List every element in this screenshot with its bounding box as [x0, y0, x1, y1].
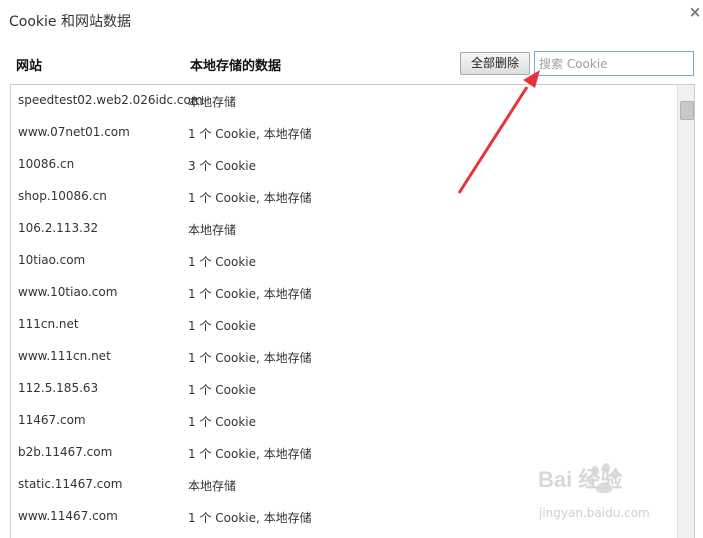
site-data-summary: 本地存储 — [188, 479, 237, 493]
list-row[interactable]: speedtest02.web2.026idc.com 本地存储 — [11, 85, 677, 117]
site-name: www.111cn.net — [18, 349, 111, 363]
site-name: 106.2.113.32 — [18, 221, 99, 235]
list-row[interactable]: www.07net01.com 1 个 Cookie, 本地存储 — [11, 117, 677, 149]
watermark-logo: Bai 经验 — [538, 467, 623, 492]
site-data-summary: 1 个 Cookie — [188, 255, 256, 269]
site-data-summary: 1 个 Cookie — [188, 383, 256, 397]
site-data-summary: 1 个 Cookie — [188, 415, 256, 429]
dialog-title: Cookie 和网站数据 — [9, 14, 131, 30]
site-data-summary: 1 个 Cookie, 本地存储 — [188, 447, 312, 461]
site-name: www.11467.com — [18, 509, 118, 523]
scrollbar[interactable] — [677, 85, 694, 538]
list-row[interactable]: 10086.cn 3 个 Cookie — [11, 149, 677, 181]
site-name: 10086.cn — [18, 157, 75, 171]
site-name: 111cn.net — [18, 317, 79, 331]
site-data-summary: 3 个 Cookie — [188, 159, 256, 173]
site-name: static.11467.com — [18, 477, 123, 491]
delete-all-button[interactable]: 全部删除 — [460, 52, 530, 75]
site-data-summary: 1 个 Cookie, 本地存储 — [188, 287, 312, 301]
list-row[interactable]: 112.5.185.63 1 个 Cookie — [11, 373, 677, 405]
site-data-summary: 1 个 Cookie, 本地存储 — [188, 191, 312, 205]
list-row[interactable]: www.111cn.net 1 个 Cookie, 本地存储 — [11, 341, 677, 373]
site-name: b2b.11467.com — [18, 445, 113, 459]
close-icon[interactable]: × — [688, 2, 702, 22]
list-row[interactable]: 11467.com 1 个 Cookie — [11, 405, 677, 437]
watermark-url: jingyan.baidu.com — [539, 506, 650, 520]
site-name: shop.10086.cn — [18, 189, 107, 203]
site-data-summary: 1 个 Cookie, 本地存储 — [188, 127, 312, 141]
list-row[interactable]: 106.2.113.32 本地存储 — [11, 213, 677, 245]
site-name: speedtest02.web2.026idc.com — [18, 93, 203, 107]
site-data-summary: 1 个 Cookie, 本地存储 — [188, 511, 312, 525]
search-input[interactable] — [534, 51, 694, 76]
site-name: 112.5.185.63 — [18, 381, 99, 395]
column-header-data: 本地存储的数据 — [190, 59, 282, 74]
site-name: www.07net01.com — [18, 125, 130, 139]
site-name: 11467.com — [18, 413, 86, 427]
column-header-site: 网站 — [16, 59, 43, 74]
site-data-summary: 1 个 Cookie, 本地存储 — [188, 351, 312, 365]
scrollbar-thumb[interactable] — [680, 101, 694, 120]
list-row[interactable]: shop.10086.cn 1 个 Cookie, 本地存储 — [11, 181, 677, 213]
site-data-summary: 1 个 Cookie — [188, 319, 256, 333]
site-data-summary: 本地存储 — [188, 223, 237, 237]
site-name: www.10tiao.com — [18, 285, 118, 299]
site-data-summary: 本地存储 — [188, 95, 237, 109]
list-row[interactable]: 111cn.net 1 个 Cookie — [11, 309, 677, 341]
list-row[interactable]: 10tiao.com 1 个 Cookie — [11, 245, 677, 277]
list-row[interactable]: www.10tiao.com 1 个 Cookie, 本地存储 — [11, 277, 677, 309]
site-name: 10tiao.com — [18, 253, 86, 267]
